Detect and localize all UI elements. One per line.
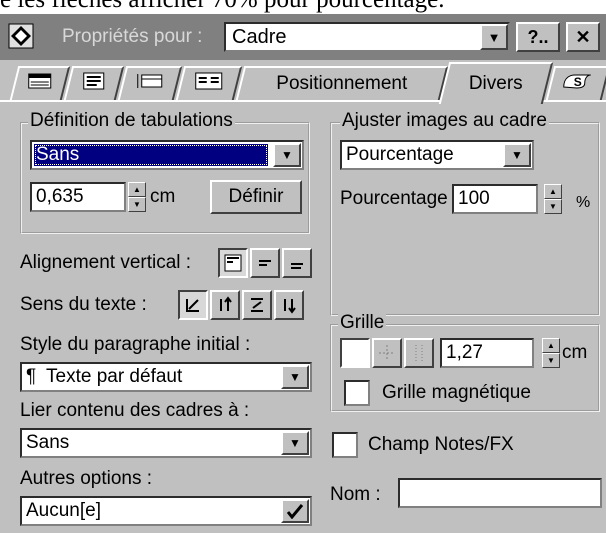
chevron-down-icon[interactable]: ▼ — [281, 365, 309, 389]
initial-style-select[interactable]: ¶ Texte par défaut ▼ — [20, 362, 312, 392]
other-options-value: Aucun[e] — [26, 500, 101, 521]
direction-vertical-up-icon[interactable] — [210, 290, 240, 320]
percent-input[interactable]: 100 — [452, 184, 538, 214]
tab-border[interactable] — [117, 66, 183, 100]
fit-mode-select[interactable]: Pourcentage ▼ — [340, 140, 534, 170]
spin-down-icon[interactable]: ▼ — [128, 197, 146, 212]
direction-vertical-down-icon[interactable] — [274, 290, 304, 320]
object-selector[interactable]: Cadre ▼ — [224, 22, 510, 52]
checkmark-icon[interactable] — [281, 499, 309, 523]
tab-label: Divers — [468, 73, 523, 94]
grid-spacing-value: 1,27 — [446, 342, 483, 363]
chevron-down-icon[interactable]: ▼ — [273, 143, 301, 167]
notes-fx-checkbox[interactable] — [332, 432, 358, 458]
chevron-down-icon[interactable]: ▼ — [281, 431, 309, 455]
tab-paragraph[interactable] — [63, 66, 125, 100]
spin-up-icon[interactable]: ▲ — [542, 338, 560, 353]
percent-stepper[interactable]: ▲ ▼ — [544, 184, 562, 214]
tab-columns[interactable] — [175, 66, 243, 100]
tab-size-unit: cm — [150, 186, 176, 207]
columns-icon — [195, 72, 223, 96]
fit-mode-value: Pourcentage — [346, 144, 454, 165]
initial-style-label: Style du paragraphe initial : — [20, 334, 251, 355]
tab-type-value: Sans — [36, 144, 80, 165]
fit-images-group-title: Ajuster images au cadre — [340, 110, 549, 132]
link-frames-label: Lier contenu des cadres à : — [20, 400, 250, 421]
magnetic-grid-label: Grille magnétique — [382, 382, 531, 403]
script-icon: S — [561, 71, 595, 97]
align-bottom-icon[interactable] — [282, 248, 312, 278]
properties-icon — [8, 23, 34, 49]
spin-down-icon[interactable]: ▼ — [542, 353, 560, 368]
grid-dots-icon[interactable] — [404, 338, 434, 368]
spin-up-icon[interactable]: ▲ — [128, 182, 146, 197]
grid-crosshair-icon[interactable] — [372, 338, 402, 368]
other-options-select[interactable]: Aucun[e] — [20, 496, 312, 526]
grid-spacing-unit: cm — [562, 342, 588, 363]
notes-fx-label: Champ Notes/FX — [368, 434, 514, 455]
title-label: Propriétés pour : — [62, 26, 203, 47]
tab-label: Positionnement — [276, 73, 408, 94]
link-frames-select[interactable]: Sans ▼ — [20, 428, 312, 458]
chevron-down-icon[interactable]: ▼ — [480, 24, 508, 50]
ruler-icon — [28, 72, 52, 96]
link-frames-value: Sans — [26, 432, 70, 453]
tab-ruler[interactable] — [9, 66, 71, 100]
tab-size-value: 0,635 — [36, 186, 84, 207]
paragraph-icon — [83, 72, 105, 96]
tab-size-stepper[interactable]: ▲ ▼ — [128, 182, 146, 212]
spin-up-icon[interactable]: ▲ — [544, 184, 562, 199]
percent-value: 100 — [458, 188, 490, 209]
tabulations-group-title: Définition de tabulations — [28, 110, 235, 132]
text-direction-label: Sens du texte : — [20, 294, 147, 315]
help-button[interactable]: ?.. — [516, 22, 560, 52]
percent-unit: % — [576, 194, 591, 211]
direction-rotated-icon[interactable] — [242, 290, 272, 320]
tab-positionnement[interactable]: Positionnement — [235, 66, 449, 100]
paragraph-mark-icon: ¶ — [26, 366, 37, 387]
tab-divers[interactable]: Divers — [438, 62, 554, 104]
grid-spacing-input[interactable]: 1,27 — [440, 338, 534, 368]
name-label: Nom : — [330, 484, 381, 505]
grid-group-title: Grille — [338, 312, 387, 334]
align-center-icon[interactable] — [250, 248, 280, 278]
name-input[interactable] — [398, 478, 602, 508]
chevron-down-icon[interactable]: ▼ — [503, 143, 531, 167]
direction-horizontal-icon[interactable] — [178, 290, 208, 320]
initial-style-value: Texte par défaut — [46, 366, 183, 387]
close-icon[interactable]: ✕ — [566, 22, 600, 52]
tab-size-input[interactable]: 0,635 — [30, 182, 126, 212]
tab-script[interactable]: S — [545, 66, 606, 100]
percent-label: Pourcentage — [340, 188, 448, 209]
vertical-alignment-label: Alignement vertical : — [20, 252, 192, 273]
align-top-icon[interactable] — [218, 248, 248, 278]
object-selector-value: Cadre — [232, 26, 287, 48]
other-options-label: Autres options : — [20, 468, 153, 489]
tabulations-group — [20, 122, 310, 234]
spin-down-icon[interactable]: ▼ — [544, 199, 562, 214]
magnetic-grid-checkbox[interactable] — [344, 380, 370, 406]
border-icon — [136, 72, 164, 96]
tab-type-select[interactable]: Sans ▼ — [30, 140, 304, 170]
grid-none-icon[interactable] — [340, 338, 370, 368]
svg-text:S: S — [574, 75, 582, 89]
grid-spacing-stepper[interactable]: ▲ ▼ — [542, 338, 560, 368]
define-button[interactable]: Définir — [210, 180, 302, 214]
